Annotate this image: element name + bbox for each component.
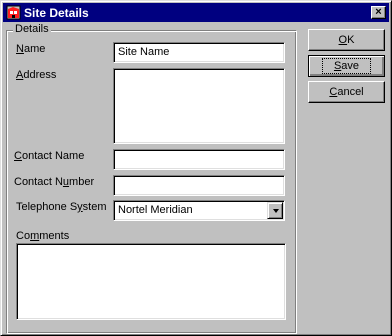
comments-label: Comments (16, 230, 70, 242)
contact-name-field[interactable] (113, 149, 285, 170)
address-label: Address (16, 69, 57, 81)
telephone-system-select[interactable]: Nortel Meridian (113, 200, 285, 221)
contact-number-label: Contact Number (14, 176, 95, 188)
telephone-system-value: Nortel Meridian (118, 204, 193, 216)
window-title: Site Details (24, 6, 89, 20)
telephone-system-dropdown-button[interactable] (267, 202, 283, 219)
address-field[interactable] (113, 68, 285, 144)
app-icon (6, 5, 21, 20)
close-icon: × (375, 6, 382, 18)
save-button[interactable]: Save (308, 55, 385, 77)
chevron-down-icon (273, 209, 279, 213)
title-bar[interactable]: Site Details × (3, 3, 389, 22)
comments-field[interactable] (16, 243, 286, 320)
name-field[interactable]: Site Name (113, 42, 285, 63)
telephone-system-label: Telephone System (16, 201, 107, 213)
contact-number-field[interactable] (113, 175, 285, 196)
site-details-dialog: Site Details × Details Name Site Name Ad… (0, 0, 392, 336)
cancel-button[interactable]: Cancel (308, 81, 385, 103)
contact-name-label: Contact Name (14, 150, 85, 162)
close-button[interactable]: × (371, 6, 386, 19)
name-label: Name (16, 43, 46, 55)
ok-button[interactable]: OK (308, 29, 385, 51)
details-group-label: Details (13, 23, 51, 36)
